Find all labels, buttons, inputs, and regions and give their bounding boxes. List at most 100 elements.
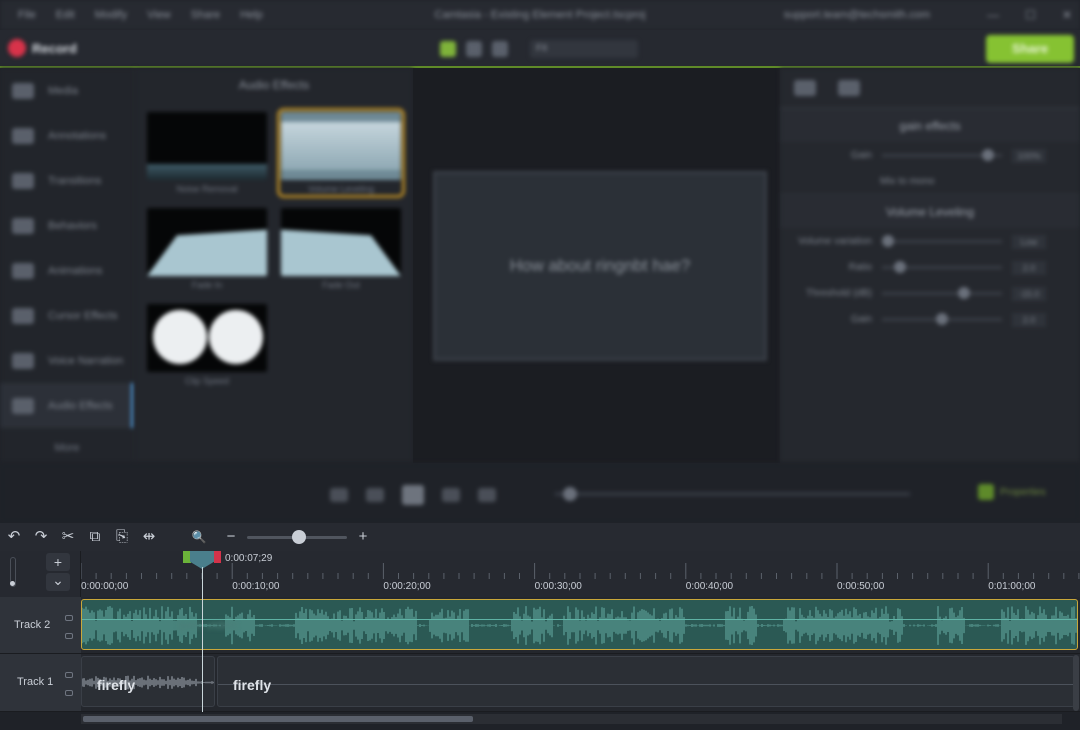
effect-fade-out[interactable]: Fade Out	[281, 208, 401, 290]
collapse-tracks-button[interactable]: ⌄	[46, 573, 70, 591]
pan-mode-icon[interactable]	[466, 41, 482, 57]
track-header-1[interactable]: Track 1	[0, 654, 81, 712]
track-name: Track 2	[14, 619, 51, 631]
share-button[interactable]: Share	[986, 35, 1074, 63]
canvas-text: How about ringnbt hae?	[509, 256, 691, 275]
horizontal-scrollbar[interactable]	[81, 714, 1062, 724]
clip-label: firefly	[97, 677, 136, 693]
property-slider-knob[interactable]	[882, 235, 894, 247]
ruler-label: 0:00:20;00	[383, 581, 431, 592]
effect-volume-leveling[interactable]: Volume Leveling	[277, 108, 405, 198]
audio-clip-firefly-1[interactable]: firefly	[81, 656, 215, 707]
property-slider-knob[interactable]	[957, 287, 970, 299]
gain-value-field[interactable]: 100%	[1012, 149, 1046, 163]
copy-icon[interactable]: ⧉	[86, 528, 104, 546]
menu-help[interactable]: Help	[230, 9, 273, 21]
gain-slider[interactable]	[982, 149, 994, 161]
track-lane-1[interactable]: firefly firefly	[81, 654, 1080, 712]
step-back-icon[interactable]	[330, 488, 348, 502]
visual-properties-tab-icon[interactable]	[794, 79, 816, 96]
rail-item-cursor-effects[interactable]: Cursor Effects	[0, 293, 134, 338]
canvas-frame[interactable]: How about ringnbt hae?	[433, 171, 767, 361]
property-row-mono: Mix to mono	[780, 168, 1080, 194]
maximize-button[interactable]: ☐	[1025, 8, 1036, 22]
rail-item-annotations[interactable]: Annotations	[0, 113, 134, 158]
zoom-search-icon[interactable]: 🔍	[190, 528, 208, 546]
minimize-button[interactable]: —	[987, 8, 999, 22]
audio-clip-track2[interactable]: gain video	[81, 599, 1078, 650]
step-forward-icon[interactable]	[478, 488, 496, 502]
add-track-button[interactable]: +	[46, 553, 70, 571]
zoom-in-icon[interactable]: +	[354, 528, 372, 546]
audio-clip-firefly-2[interactable]: firefly	[217, 656, 1075, 707]
effect-noise-removal[interactable]: Noise Removal	[147, 112, 267, 194]
paste-icon[interactable]: ⎘	[113, 528, 131, 546]
bin-title: Audio Effects	[238, 78, 310, 92]
visibility-icon[interactable]	[65, 672, 73, 678]
property-value-field[interactable]: 2.0	[1012, 261, 1046, 275]
menu-file[interactable]: File	[8, 9, 46, 21]
menu-view[interactable]: View	[137, 9, 181, 21]
canvas-preview: How about ringnbt hae?	[413, 68, 780, 463]
rail-item-voice-narration[interactable]: Voice Narration	[0, 338, 134, 383]
timeline-zoom-knob[interactable]	[292, 530, 306, 544]
properties-toggle-button[interactable]: Properties	[978, 484, 1046, 500]
property-value-field[interactable]: -15.0	[1012, 287, 1046, 301]
clip-label: firefly	[233, 677, 272, 693]
section-title-gain: gain effects	[780, 108, 1080, 142]
annotations-icon	[12, 127, 34, 144]
playhead-line[interactable]	[202, 567, 203, 712]
rail-item-behaviors[interactable]: Behaviors	[0, 203, 134, 248]
undo-icon[interactable]: ↶	[5, 528, 23, 546]
lock-icon[interactable]	[65, 690, 73, 696]
account-label[interactable]: support.team@techsmith.com	[784, 9, 930, 21]
track-lane-2[interactable]: gain video	[81, 597, 1080, 654]
property-value-field[interactable]: 2.0	[1012, 313, 1046, 327]
vertical-scrollbar[interactable]	[1073, 655, 1079, 711]
property-slider-knob[interactable]	[894, 261, 906, 273]
previous-icon[interactable]	[366, 488, 384, 502]
record-icon	[8, 39, 26, 57]
visibility-icon[interactable]	[65, 615, 73, 621]
zoom-out-icon[interactable]: −	[222, 528, 240, 546]
menu-share[interactable]: Share	[181, 9, 230, 21]
next-icon[interactable]	[442, 488, 460, 502]
close-button[interactable]: ✕	[1062, 8, 1072, 22]
mix-to-mono-checkbox[interactable]: Mix to mono	[880, 176, 934, 187]
rail-item-animations[interactable]: Animations	[0, 248, 134, 293]
effect-fade-in[interactable]: Fade In	[147, 208, 267, 290]
lock-icon[interactable]	[65, 633, 73, 639]
track-header-2[interactable]: Track 2	[0, 597, 81, 654]
behaviors-icon	[12, 217, 34, 234]
edit-mode-icon[interactable]	[440, 41, 456, 57]
crop-mode-icon[interactable]	[492, 41, 508, 57]
property-value-field[interactable]: Low	[1012, 235, 1046, 249]
menu-edit[interactable]: Edit	[46, 9, 85, 21]
ruler-label: 0:00:50;00	[837, 581, 885, 592]
timeline-toolbar: ↶ ↷ ✂ ⧉ ⎘ ⇹ 🔍 − +	[0, 523, 1080, 551]
preview-scrubber[interactable]	[555, 487, 910, 501]
rail-item-transitions[interactable]: Transitions	[0, 158, 134, 203]
property-row: Volume variation Low	[780, 228, 1080, 254]
property-slider-knob[interactable]	[936, 313, 948, 325]
audio-properties-tab-icon[interactable]	[838, 79, 860, 96]
track-height-knob[interactable]	[10, 581, 15, 586]
record-button[interactable]: Record	[8, 39, 77, 57]
split-icon[interactable]: ⇹	[140, 528, 158, 546]
rail-item-audio-effects[interactable]: Audio Effects	[0, 383, 134, 428]
out-point-marker[interactable]	[214, 551, 221, 563]
scrollbar-thumb[interactable]	[83, 716, 473, 722]
canvas-zoom-select[interactable]: Fit	[530, 40, 638, 58]
record-label: Record	[32, 40, 77, 56]
redo-icon[interactable]: ↷	[32, 528, 50, 546]
scrubber-knob[interactable]	[563, 487, 577, 501]
effect-clip-speed[interactable]: Clip Speed	[147, 304, 267, 386]
cut-icon[interactable]: ✂	[59, 528, 77, 546]
in-point-marker[interactable]	[183, 551, 191, 563]
rail-item-media[interactable]: Media	[0, 68, 134, 113]
ruler-label: 0:00:00;00	[81, 581, 129, 592]
rail-more-button[interactable]: More	[0, 428, 134, 454]
menu-modify[interactable]: Modify	[85, 9, 137, 21]
ruler-label: 0:01:00;00	[988, 581, 1036, 592]
play-icon[interactable]	[402, 485, 424, 505]
